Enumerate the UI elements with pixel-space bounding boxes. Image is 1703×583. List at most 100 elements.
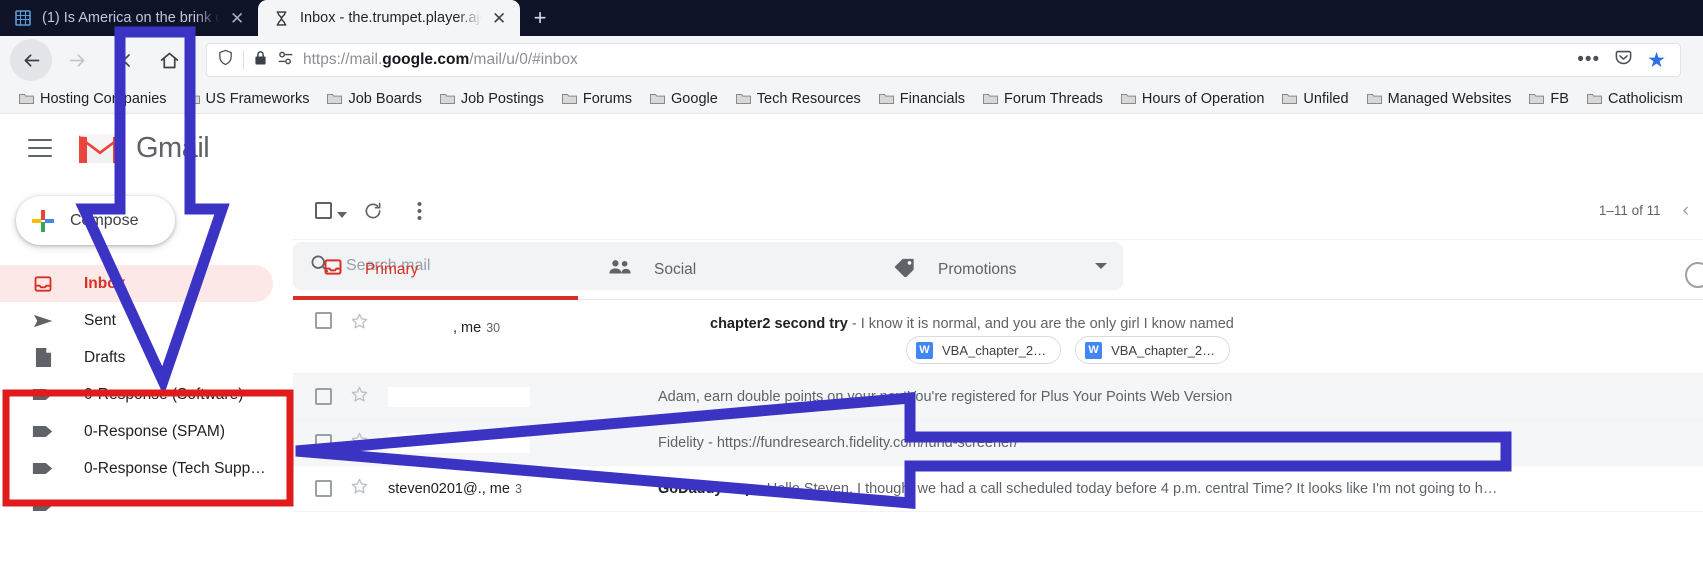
bookmark-item[interactable]: Job Postings (431, 91, 553, 107)
message-body-cell: Fidelity - https://fundresearch.fidelity… (658, 435, 1703, 451)
tab-label: Primary (365, 260, 419, 278)
bookmark-item[interactable]: Catholicism (1578, 91, 1692, 107)
bookmark-label: Hours of Operation (1141, 90, 1265, 107)
message-sender: , me (453, 320, 482, 336)
home-button[interactable] (148, 39, 190, 81)
url-text[interactable]: https://mail.google.com/mail/u/0/#inbox (303, 51, 1568, 69)
bookmark-item[interactable]: Unfiled (1273, 91, 1357, 107)
redaction-block (388, 312, 448, 332)
checkbox-icon (314, 202, 332, 219)
attachment-label: VBA_chapter_2… (1111, 342, 1216, 358)
attachment-chip[interactable]: W VBA_chapter_2… (906, 336, 1062, 364)
stop-button[interactable] (102, 39, 144, 81)
browser-tab-2[interactable]: Inbox - the.trumpet.player.ajetr ✕ (258, 0, 520, 36)
message-body-cell: Adam, earn double points on your nextYou… (658, 389, 1703, 405)
redaction-block (388, 432, 530, 453)
close-icon[interactable]: ✕ (230, 10, 246, 27)
message-list: , me 30 chapter2 second try - I know it is… (293, 300, 1703, 512)
bookmark-label: US Frameworks (205, 90, 310, 107)
message-row[interactable]: steven0201@., me 3 GoDaddy Rep - Hello Ste… (293, 466, 1703, 512)
bookmark-item[interactable]: Hosting Companies (10, 91, 176, 107)
sidebar-item-item-6[interactable] (0, 487, 273, 524)
message-checkbox[interactable] (315, 312, 332, 329)
shield-icon[interactable] (217, 49, 234, 71)
star-icon[interactable] (350, 385, 372, 408)
word-document-icon: W (916, 341, 933, 359)
folder-icon (878, 93, 894, 105)
bookmark-item[interactable]: Forum Threads (974, 91, 1112, 107)
bookmark-item[interactable]: Hours of Operation (1112, 91, 1274, 107)
message-sender-cell (388, 386, 658, 407)
label-icon (32, 384, 54, 406)
previous-page-button[interactable]: ‹ (1683, 200, 1689, 222)
star-icon[interactable] (350, 312, 372, 335)
sidebar-item-drafts[interactable]: Drafts (0, 339, 273, 376)
bookmark-item[interactable]: Google (641, 91, 727, 107)
message-checkbox[interactable] (315, 480, 332, 497)
message-count: 30 (486, 321, 501, 335)
permissions-icon[interactable] (277, 50, 294, 71)
bookmark-item[interactable]: Managed Websites (1358, 91, 1521, 107)
address-bar-divider (243, 50, 244, 70)
bookmark-item[interactable]: US Frameworks (176, 91, 319, 107)
tab-primary[interactable]: Primary (293, 240, 578, 300)
folder-icon (184, 93, 200, 105)
attachment-label: VBA_chapter_2… (942, 342, 1047, 358)
forward-button[interactable] (56, 39, 98, 81)
folder-icon (650, 93, 666, 105)
tab-social[interactable]: Social (578, 240, 863, 300)
bookmarks-bar: Hosting Companies US Frameworks Job Boards… (0, 84, 1703, 114)
label-icon (32, 458, 54, 480)
refresh-button[interactable] (353, 191, 393, 231)
compose-button[interactable]: Compose (16, 196, 175, 245)
mail-toolbar: 1–11 of 11 ‹ (293, 182, 1703, 240)
close-icon[interactable]: ✕ (492, 10, 508, 27)
lock-icon[interactable] (253, 50, 268, 71)
gmail-app: Gmail Search mail Compose Inbox Sent Draft… (0, 114, 1703, 580)
select-all-caret[interactable] (337, 206, 347, 218)
folder-icon (561, 93, 577, 105)
browser-tab-1[interactable]: (1) Is America on the brink of C ✕ (0, 0, 258, 36)
star-icon[interactable] (350, 477, 372, 500)
bookmark-label: Job Boards (348, 90, 422, 107)
bookmark-item[interactable]: Financials (870, 91, 974, 107)
bookmark-star-icon[interactable]: ★ (1647, 48, 1666, 73)
message-checkbox[interactable] (315, 434, 332, 451)
bookmark-item[interactable]: Job Boards (318, 91, 430, 107)
sidebar-item-0-response-software[interactable]: 0-Response (Software) (0, 376, 273, 413)
sidebar-item-0-response-spam[interactable]: 0-Response (SPAM) (0, 413, 273, 450)
message-checkbox[interactable] (315, 388, 332, 405)
address-bar[interactable]: https://mail.google.com/mail/u/0/#inbox … (206, 43, 1681, 77)
message-row[interactable]: Adam, earn double points on your nextYou… (293, 374, 1703, 420)
bookmark-item[interactable]: FB (1520, 91, 1578, 107)
message-row[interactable]: , me 30 chapter2 second try - I know it is… (293, 300, 1703, 374)
more-options-button[interactable] (399, 191, 439, 231)
back-button[interactable] (10, 39, 52, 81)
bookmark-label: Catholicism (1607, 90, 1683, 107)
attachment-chip[interactable]: W VBA_chapter_2… (1075, 336, 1231, 364)
sidebar-item-0-response-tech-supp[interactable]: 0-Response (Tech Supp… (0, 450, 273, 487)
message-row[interactable]: Fidelity - https://fundresearch.fidelity… (293, 420, 1703, 466)
redaction-block (388, 386, 530, 407)
message-sender-cell: steven0201@., me 3 (388, 481, 658, 497)
sidebar-item-inbox[interactable]: Inbox (0, 265, 273, 302)
pocket-icon[interactable] (1614, 48, 1633, 72)
message-snippet: You're registered for Plus Your Points W… (907, 388, 1233, 405)
bookmark-label: Google (671, 90, 718, 107)
message-body-cell: chapter2 second try - I know it is norma… (658, 312, 1703, 332)
bookmark-item[interactable]: Forums (553, 91, 641, 107)
plus-icon (32, 209, 54, 232)
hamburger-icon[interactable] (28, 139, 52, 157)
tab-promotions[interactable]: Promotions (863, 240, 1148, 300)
bookmark-item[interactable]: Tech Resources (727, 91, 870, 107)
folder-icon (327, 93, 343, 105)
page-actions-icon[interactable]: ••• (1577, 49, 1600, 71)
new-tab-button[interactable]: + (520, 0, 560, 36)
message-subject: GoDaddy Rep (658, 480, 754, 497)
browser-tab-1-title: (1) Is America on the brink of C (42, 10, 220, 26)
compose-label: Compose (70, 211, 139, 229)
sidebar-item-sent[interactable]: Sent (0, 302, 273, 339)
star-icon[interactable] (350, 431, 372, 454)
hourglass-icon (272, 9, 290, 27)
gmail-main-column: 1–11 of 11 ‹ Primary Social Promotions , m… (293, 114, 1703, 580)
